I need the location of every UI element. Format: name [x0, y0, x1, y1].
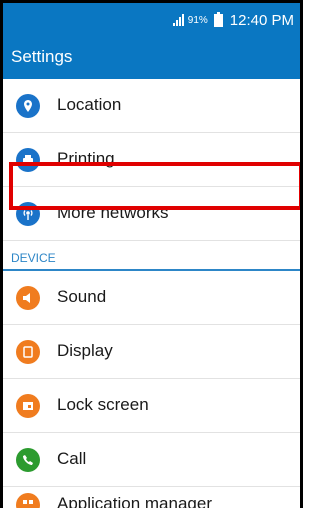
lock-screen-icon	[16, 394, 40, 418]
settings-item-display[interactable]: Display	[3, 325, 300, 379]
clock: 12:40 PM	[229, 11, 294, 29]
settings-screen: 91% 12:40 PM Settings Location Printing …	[0, 0, 303, 508]
settings-item-label: Location	[57, 95, 122, 114]
settings-item-sound[interactable]: Sound	[3, 271, 300, 325]
settings-item-application-manager[interactable]: Application manager	[3, 481, 300, 508]
antenna-icon	[16, 202, 40, 226]
settings-item-location[interactable]: Location	[3, 79, 300, 133]
app-bar: Settings	[3, 35, 300, 79]
status-bar: 91% 12:40 PM	[3, 3, 300, 35]
location-pin-icon	[16, 94, 40, 118]
speaker-icon	[16, 286, 40, 310]
phone-icon	[16, 448, 40, 472]
section-header-device: DEVICE	[3, 247, 300, 271]
apps-icon	[16, 493, 40, 508]
settings-item-lock-screen[interactable]: Lock screen	[3, 379, 300, 433]
settings-item-call[interactable]: Call	[3, 433, 300, 487]
printer-icon	[16, 148, 40, 172]
settings-item-label: Application manager	[57, 494, 212, 508]
battery-percent: 91%	[187, 14, 208, 26]
signal-icon	[172, 14, 184, 26]
section-label: DEVICE	[11, 251, 56, 265]
page-title: Settings	[11, 47, 73, 66]
settings-item-label: More networks	[57, 203, 169, 222]
settings-item-label: Call	[57, 449, 87, 468]
battery-icon	[213, 11, 223, 27]
settings-item-label: Display	[57, 341, 113, 360]
settings-item-more-networks[interactable]: More networks	[3, 187, 300, 241]
status-indicators: 91% 12:40 PM	[172, 11, 294, 29]
settings-item-label: Printing	[57, 149, 115, 168]
settings-item-printing[interactable]: Printing	[3, 133, 300, 187]
display-icon	[16, 340, 40, 364]
settings-item-label: Sound	[57, 287, 107, 306]
settings-item-label: Lock screen	[57, 395, 149, 414]
